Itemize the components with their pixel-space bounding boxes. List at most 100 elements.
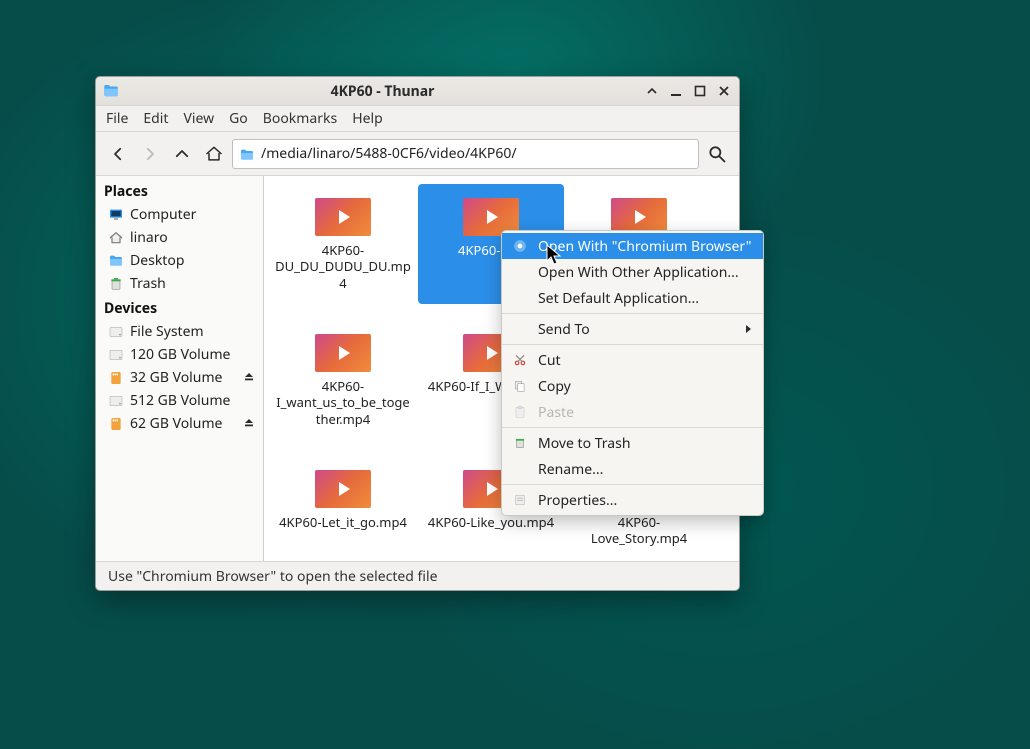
- ctx-label: Move to Trash: [538, 434, 631, 453]
- ctx-separator: [502, 313, 763, 314]
- disk-icon: [108, 393, 124, 409]
- ctx-copy[interactable]: Copy: [502, 373, 763, 399]
- ctx-label: Properties...: [538, 491, 617, 510]
- ctx-open-with-chromium[interactable]: Open With "Chromium Browser": [502, 233, 763, 259]
- sidebar-item-32gb[interactable]: 32 GB Volume: [96, 366, 263, 389]
- context-menu: Open With "Chromium Browser" Open With O…: [501, 230, 764, 516]
- title-bar: 4KP60 - Thunar: [96, 77, 739, 106]
- sidebar-item-120gb[interactable]: 120 GB Volume: [96, 343, 263, 366]
- sidebar: Places Computer linaro Desktop Trash: [96, 176, 264, 561]
- ctx-properties[interactable]: Properties...: [502, 487, 763, 513]
- file-name: 4KP60-DU_DU_DUDU_DU.mp4: [274, 242, 412, 291]
- ctx-paste: Paste: [502, 399, 763, 425]
- ctx-move-to-trash[interactable]: Move to Trash: [502, 430, 763, 456]
- chromium-icon: [512, 239, 528, 253]
- desktop-background: 4KP60 - Thunar File Edit View: [0, 0, 1030, 749]
- copy-icon: [512, 379, 528, 393]
- menu-bar: File Edit View Go Bookmarks Help: [96, 106, 739, 132]
- nav-back-button[interactable]: [104, 140, 132, 168]
- nav-home-button[interactable]: [200, 140, 228, 168]
- roll-up-button[interactable]: [645, 84, 659, 98]
- scissors-icon: [512, 353, 528, 367]
- file-name: 4KP60-Let_it_go.mp4: [279, 514, 407, 530]
- sidebar-item-label: 120 GB Volume: [130, 345, 230, 364]
- disk-icon: [108, 324, 124, 340]
- ctx-label: Cut: [538, 351, 561, 370]
- eject-icon[interactable]: [243, 368, 255, 387]
- ctx-label: Open With Other Application...: [538, 263, 739, 282]
- sidebar-item-62gb[interactable]: 62 GB Volume: [96, 412, 263, 435]
- window-title: 4KP60 - Thunar: [126, 82, 639, 101]
- sidebar-item-linaro[interactable]: linaro: [96, 226, 263, 249]
- ctx-separator: [502, 344, 763, 345]
- home-icon: [108, 230, 124, 246]
- sidebar-item-desktop[interactable]: Desktop: [96, 249, 263, 272]
- ctx-label: Rename...: [538, 460, 603, 479]
- ctx-separator: [502, 427, 763, 428]
- sidebar-header-places: Places: [96, 178, 263, 203]
- toolbar: /media/linaro/5488-0CF6/video/4KP60/: [96, 132, 739, 176]
- nav-forward-button[interactable]: [136, 140, 164, 168]
- video-thumbnail-icon: [315, 198, 371, 236]
- menu-help[interactable]: Help: [352, 109, 383, 128]
- menu-bookmarks[interactable]: Bookmarks: [263, 109, 337, 128]
- sidebar-item-512gb[interactable]: 512 GB Volume: [96, 389, 263, 412]
- ctx-label: Paste: [538, 403, 574, 422]
- file-item[interactable]: 4KP60-I_want_us_to_be_together.mp4: [270, 320, 416, 440]
- paste-icon: [512, 405, 528, 419]
- ctx-label: Set Default Application...: [538, 289, 699, 308]
- path-text: /media/linaro/5488-0CF6/video/4KP60/: [261, 144, 517, 163]
- sidebar-item-label: Trash: [130, 274, 166, 293]
- ctx-rename[interactable]: Rename...: [502, 456, 763, 482]
- search-button[interactable]: [703, 140, 731, 168]
- sidebar-header-devices: Devices: [96, 295, 263, 320]
- properties-icon: [512, 493, 528, 507]
- sidebar-item-label: 32 GB Volume: [130, 368, 222, 387]
- sidebar-item-label: 62 GB Volume: [130, 414, 222, 433]
- ctx-send-to[interactable]: Send To: [502, 316, 763, 342]
- file-item[interactable]: 4KP60-Let_it_go.mp4: [270, 456, 416, 561]
- file-item[interactable]: 4KP60-DU_DU_DUDU_DU.mp4: [270, 184, 416, 304]
- close-button[interactable]: [717, 84, 731, 98]
- sidebar-item-filesystem[interactable]: File System: [96, 320, 263, 343]
- sidebar-item-computer[interactable]: Computer: [96, 203, 263, 226]
- folder-icon: [108, 253, 124, 269]
- status-bar: Use "Chromium Browser" to open the selec…: [96, 561, 739, 590]
- disk-icon: [108, 347, 124, 363]
- menu-edit[interactable]: Edit: [143, 109, 168, 128]
- minimize-button[interactable]: [669, 84, 683, 98]
- trash-icon: [512, 436, 528, 450]
- ctx-set-default[interactable]: Set Default Application...: [502, 285, 763, 311]
- video-thumbnail-icon: [315, 334, 371, 372]
- window-controls: [645, 84, 733, 98]
- sidebar-item-label: Desktop: [130, 251, 184, 270]
- sidebar-item-trash[interactable]: Trash: [96, 272, 263, 295]
- maximize-button[interactable]: [693, 84, 707, 98]
- sidebar-item-label: 512 GB Volume: [130, 391, 230, 410]
- monitor-icon: [108, 207, 124, 223]
- nav-up-button[interactable]: [168, 140, 196, 168]
- folder-icon: [102, 82, 120, 100]
- ctx-open-with-other[interactable]: Open With Other Application...: [502, 259, 763, 285]
- ctx-cut[interactable]: Cut: [502, 347, 763, 373]
- file-name: 4KP60-I_want_us_to_be_together.mp4: [274, 378, 412, 427]
- sd-card-icon: [108, 416, 124, 432]
- sidebar-item-label: linaro: [130, 228, 168, 247]
- menu-view[interactable]: View: [183, 109, 214, 128]
- sd-card-icon: [108, 370, 124, 386]
- ctx-label: Send To: [538, 320, 590, 339]
- file-name: 4KP60-Love_Story.mp4: [570, 514, 708, 547]
- path-bar[interactable]: /media/linaro/5488-0CF6/video/4KP60/: [232, 139, 699, 169]
- status-text: Use "Chromium Browser" to open the selec…: [108, 567, 437, 586]
- eject-icon[interactable]: [243, 414, 255, 433]
- ctx-separator: [502, 484, 763, 485]
- ctx-label: Open With "Chromium Browser": [538, 237, 751, 256]
- ctx-label: Copy: [538, 377, 571, 396]
- sidebar-item-label: File System: [130, 322, 204, 341]
- menu-go[interactable]: Go: [229, 109, 248, 128]
- trash-icon: [108, 276, 124, 292]
- chevron-right-icon: [745, 320, 753, 339]
- menu-file[interactable]: File: [106, 109, 128, 128]
- sidebar-item-label: Computer: [130, 205, 196, 224]
- folder-icon: [239, 146, 255, 162]
